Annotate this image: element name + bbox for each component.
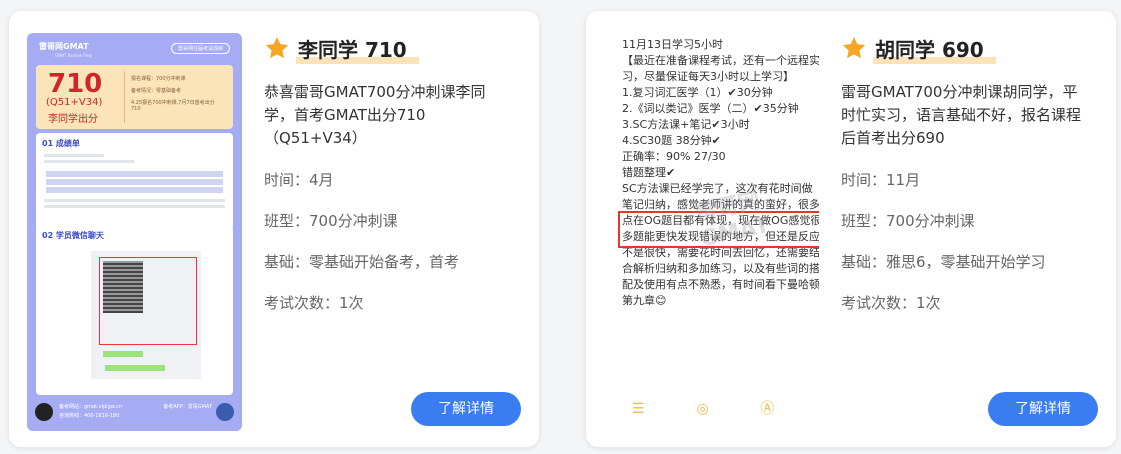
student-name: 李同学 710 [298,37,407,62]
learn-more-button[interactable]: 了解详情 [411,392,521,426]
star-icon [265,36,289,59]
class-type: 班型：700分冲刺课 [264,212,398,230]
study-time: 时间：11月 [841,171,921,189]
owl-logo-icon [35,403,53,421]
exam-attempts: 考试次数：1次 [264,294,364,312]
poster-student: 李同学出分 [48,114,98,125]
star-icon [842,36,866,59]
poster-scorecard-section: 01 成绩单 [36,133,233,229]
poster-basis-line: 备考情况：零基础备考 [131,88,182,94]
app-logo-icon [216,403,234,421]
student-name: 胡同学 690 [875,37,984,62]
poster-logo-sub: GMAT Review Prep [55,53,93,58]
study-basis: 基础：零基础开始备考，首考 [264,253,460,271]
poster-phone: 咨询热线：400-1816-180 [59,413,120,419]
poster-tag: 雷哥网往届考试成绩 [170,43,230,54]
student-description: 雷哥GMAT700分冲刺课胡同学，平时忙实习，语言基础不好，报名课程后首考出分6… [841,83,1082,147]
poster-sec1-title: 01 成绩单 [42,139,80,148]
poster-footer: 备考网站：gmat.viplgw.cn 咨询热线：400-1816-180 备考… [27,397,242,431]
success-card-hu: 11月13日学习5小时 【最近在准备课程考试，还有一个远程实习，尽量保证每天3小… [586,11,1116,447]
study-time: 时间：4月 [264,171,334,189]
poster-logo: 雷哥网GMAT [39,42,89,51]
poster-app: 备考APP：雷哥GMAT [163,404,212,410]
poster-site: 备考网站：gmat.viplgw.cn [59,404,122,410]
student-description: 恭喜雷哥GMAT700分冲刺课李同学，首考GMAT出分710（Q51+V34） [264,83,486,147]
pen-icon: Ⓐ [760,401,775,417]
list-icon: ☰ [631,401,645,417]
poster-score: 710 [48,69,103,99]
poster-class-line: 报名课程：700分冲刺课 [131,76,186,82]
score-poster-image: 雷哥网GMAT GMAT Review Prep 雷哥网往届考试成绩 710 (… [27,33,242,431]
chat-screenshot [91,251,201,379]
poster-details: 报名课程：700分冲刺课 备考情况：零基础备考 4.25报名700冲刺课,7月7… [124,71,228,123]
poster-score-breakdown: (Q51+V34) [46,97,103,108]
poster-chat-section: 02 学员微信聊天 [36,225,233,395]
exam-attempts: 考试次数：1次 [841,294,941,312]
study-notes-text: 11月13日学习5小时 【最近在准备课程考试，还有一个远程实习，尽量保证每天3小… [622,38,819,307]
poster-date-line: 4.25报名700冲刺课,7月7日首考出分710 [131,100,215,112]
notes-toolbar: ☰ ◎ Ⓐ ✎ [630,401,819,417]
success-card-li: 雷哥网GMAT GMAT Review Prep 雷哥网往届考试成绩 710 (… [9,11,539,447]
learn-more-button[interactable]: 了解详情 [988,392,1098,426]
camera-icon: ◎ [696,401,709,417]
student-info: 胡同学 690 雷哥GMAT700分冲刺课胡同学，平时忙实习，语言基础不好，报名… [841,33,1091,313]
class-type: 班型：700分冲刺课 [841,212,975,230]
poster-sec2-title: 02 学员微信聊天 [42,231,104,240]
study-notes-image: 11月13日学习5小时 【最近在准备课程考试，还有一个远程实习，尽量保证每天3小… [604,33,819,431]
student-info: 李同学 710 恭喜雷哥GMAT700分冲刺课李同学，首考GMAT出分710（Q… [264,33,514,313]
poster-score-panel: 710 (Q51+V34) 李同学出分 报名课程：700分冲刺课 备考情况：零基… [36,65,233,129]
study-basis: 基础：雅思6，零基础开始学习 [841,253,1046,271]
